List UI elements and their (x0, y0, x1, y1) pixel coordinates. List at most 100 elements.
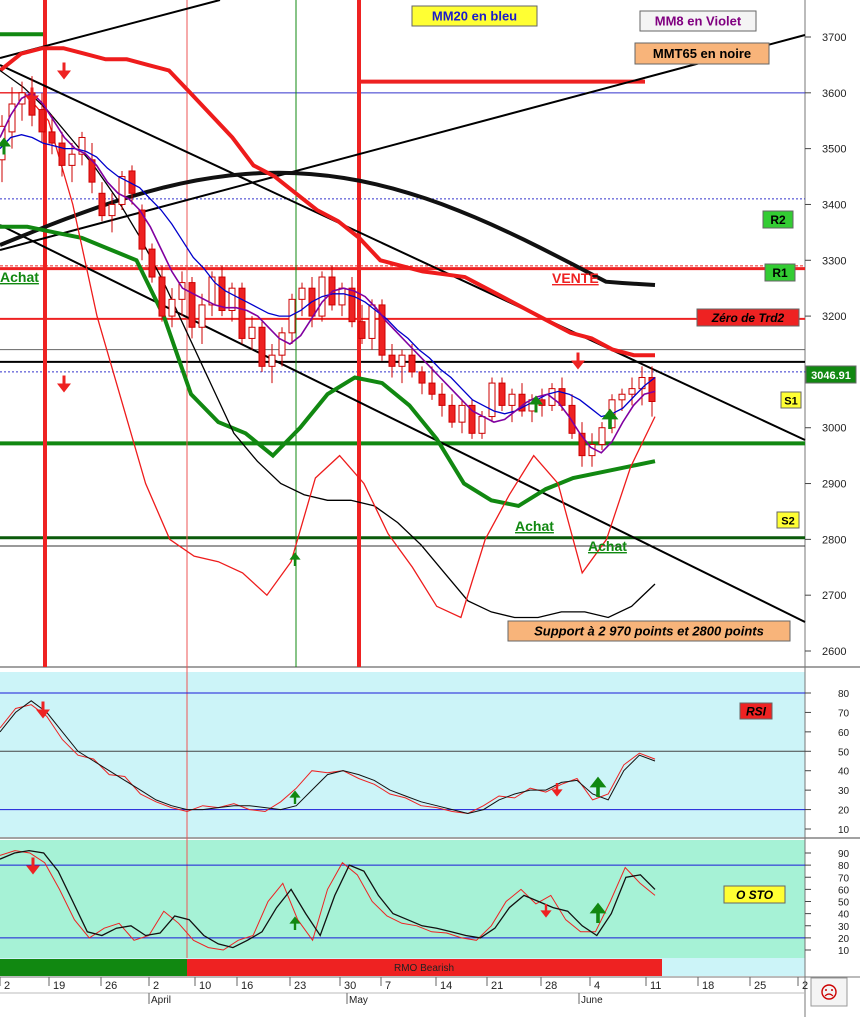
sto-panel-background (0, 840, 805, 958)
y-tick-label: 2600 (822, 646, 846, 658)
r2-label: R2 (770, 213, 786, 227)
y-tick-label: 2800 (822, 534, 846, 546)
candle-body (108, 203, 116, 217)
y-tick-label: 90 (838, 849, 850, 860)
y-tick-label: 60 (838, 728, 850, 739)
mm8-legend: MM8 en Violet (655, 14, 742, 29)
s1-label: S1 (784, 396, 797, 408)
vente-label: VENTE (552, 270, 599, 286)
y-tick-label: 70 (838, 873, 850, 884)
x-tick-label: 30 (344, 980, 356, 992)
candle-body (358, 321, 366, 339)
candle-body (618, 393, 626, 401)
candle-body (428, 382, 436, 395)
y-tick-label: 40 (838, 910, 850, 921)
candle (468, 399, 476, 439)
candle-body (48, 131, 56, 144)
candle-body (408, 354, 416, 373)
x-tick-label: 10 (199, 980, 211, 992)
rmo-label: RMO Bearish (394, 963, 454, 974)
candle (238, 282, 246, 344)
x-tick-label: 11 (650, 980, 661, 992)
candle-body (148, 248, 156, 278)
x-tick-label: 18 (702, 980, 714, 992)
chart-root: RMO Bearish 2600270028002900300031003200… (0, 0, 860, 1017)
y-tick-label: 20 (838, 934, 850, 945)
last-price-label: 3046.91 (811, 370, 851, 382)
candle-body (268, 354, 276, 367)
x-tick-label: 25 (754, 980, 766, 992)
candle-body (168, 298, 176, 317)
candle-body (448, 404, 456, 423)
achat-label: Achat (588, 538, 627, 554)
y-tick-label: 2900 (822, 479, 846, 491)
candle-body (38, 109, 46, 133)
support-label: Support à 2 970 points et 2800 points (534, 624, 764, 639)
y-tick-label: 80 (838, 861, 850, 872)
x-tick-label: 19 (53, 980, 65, 992)
y-tick-label: 3500 (822, 144, 846, 156)
mmt65-legend: MMT65 en noire (653, 46, 751, 61)
x-tick-label: 16 (241, 980, 253, 992)
y-tick-label: 10 (838, 946, 850, 957)
y-tick-label: 2700 (822, 590, 846, 602)
y-tick-label: 3000 (822, 423, 846, 435)
sad-face-icon-eye (831, 989, 833, 991)
y-tick-label: 50 (838, 898, 850, 909)
x-tick-label: 23 (294, 980, 306, 992)
x-tick-label: 7 (385, 980, 391, 992)
month-label: May (349, 995, 368, 1006)
candle-body (158, 276, 166, 317)
y-tick-label: 10 (838, 825, 850, 836)
month-label: June (581, 995, 603, 1006)
candle (258, 321, 266, 372)
candle-body (298, 287, 306, 300)
sto-label: O STO (736, 888, 774, 902)
y-tick-label: 3700 (822, 32, 846, 44)
y-tick-label: 3600 (822, 88, 846, 100)
candle-body (278, 332, 286, 356)
candle-body (388, 354, 396, 367)
mm20-legend: MM20 en bleu (432, 9, 517, 24)
candle-body (568, 404, 576, 434)
rsi-panel-background (0, 672, 805, 837)
candle (488, 377, 496, 423)
x-tick-label: 14 (440, 980, 452, 992)
rmo-bullish-bar (0, 959, 187, 976)
y-tick-label: 30 (838, 786, 850, 797)
candle-body (68, 153, 76, 166)
y-tick-label: 40 (838, 767, 850, 778)
candle-body (198, 304, 206, 328)
candle-body (188, 282, 196, 328)
y-tick-label: 30 (838, 922, 850, 933)
x-tick-label: 28 (545, 980, 557, 992)
r1-label: R1 (772, 266, 788, 280)
x-tick-label: 21 (491, 980, 503, 992)
candle-body (458, 404, 466, 423)
y-tick-label: 60 (838, 885, 850, 896)
y-tick-label: 50 (838, 747, 850, 758)
month-label: April (151, 995, 171, 1006)
sad-face-icon-eye (825, 989, 827, 991)
y-tick-label: 80 (838, 689, 850, 700)
candle-body (478, 416, 486, 434)
achat-label: Achat (515, 518, 554, 534)
y-tick-label: 3400 (822, 199, 846, 211)
achat-label: Achat (0, 269, 39, 285)
candle-body (118, 176, 126, 205)
candle-body (398, 354, 406, 367)
candle-body (98, 192, 106, 217)
x-tick-label: 4 (594, 980, 600, 992)
candle-body (258, 326, 266, 367)
candle (378, 299, 386, 361)
x-tick-label: 26 (105, 980, 117, 992)
x-tick-label: 2 (153, 980, 159, 992)
x-tick-label: 2 (4, 980, 10, 992)
chart-canvas: RMO Bearish 2600270028002900300031003200… (0, 0, 860, 1017)
y-tick-label: 70 (838, 708, 850, 719)
candle-body (338, 287, 346, 306)
x-tick-label: 2 (802, 980, 808, 992)
zero-trd2-label: Zéro de Trd2 (711, 311, 785, 325)
status-box (810, 977, 848, 1007)
candle-body (598, 427, 606, 445)
